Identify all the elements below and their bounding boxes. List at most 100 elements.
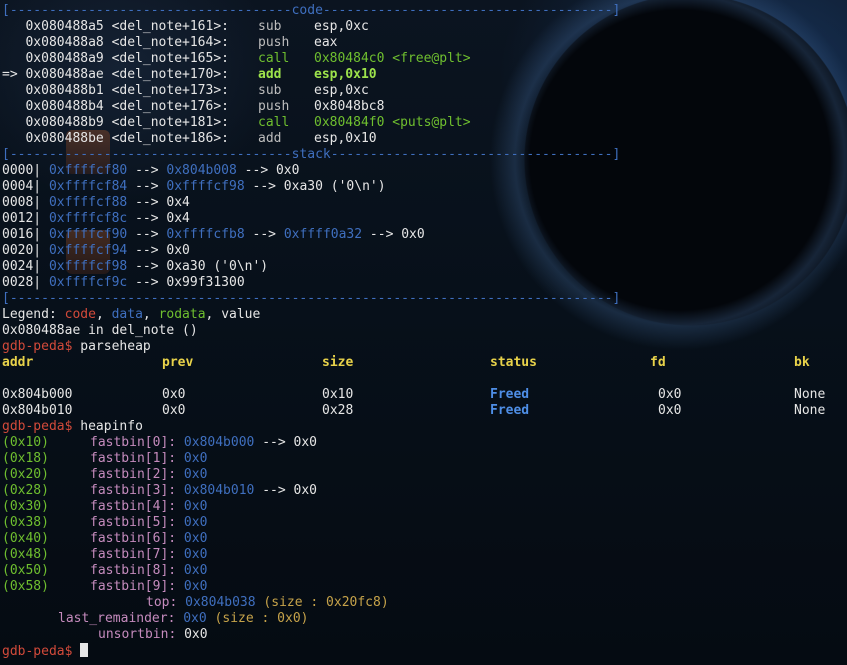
code-line-operands: esp,0xc (314, 19, 369, 34)
code-line-prefix (2, 51, 25, 66)
fastbin-value: 0x0 (183, 499, 208, 514)
code-line: 0x080488b9 <del_note+181>: (2, 115, 229, 131)
fastbin-value: 0x804b000 (183, 435, 255, 450)
code-separator: [------------------------------------cod… (2, 3, 621, 18)
stack-line: 0016| 0xffffcf90 --> 0xffffcfb8 --> 0xff… (2, 227, 425, 243)
top-label: top: (146, 595, 178, 610)
location-line: 0x080488ae in del_note () (2, 323, 198, 338)
stack-pointer: 0x804b008 (166, 163, 237, 178)
stack-deref: --> 0xa30 ('0\n') (244, 179, 386, 194)
code-line-opcode: sub (258, 19, 282, 34)
row-bk: None (794, 403, 826, 418)
code-line-opcode: add (258, 67, 282, 82)
code-line-args: 0x80484c0 (314, 51, 385, 66)
header-prev: prev (162, 355, 194, 370)
stack-pointer: 0xffffcfb8 (166, 227, 245, 242)
code-line-target: <free@plt> (392, 51, 471, 66)
unsortbin-value: 0x0 (184, 627, 208, 642)
fastbin-size: (0x58) (2, 579, 49, 594)
fastbin-value: 0x0 (183, 579, 208, 594)
stack-offset: 0020| (2, 243, 42, 258)
code-line-address: 0x080488b9 (25, 115, 104, 130)
code-line-symbol: <del_note+164>: (111, 35, 229, 50)
fastbin-name: fastbin[5]: (90, 515, 177, 530)
code-line-address: 0x080488a9 (25, 51, 104, 66)
code-line-symbol: <del_note+165>: (111, 51, 229, 66)
code-line-symbol: <del_note+173>: (111, 83, 229, 98)
code-line-address: 0x080488b4 (25, 99, 104, 114)
header-fd: fd (650, 355, 666, 370)
fastbin-entry: fastbin[2]: 0x0 (90, 467, 207, 482)
stack-offset: 0008| (2, 195, 42, 210)
legend-value: value (221, 307, 261, 322)
fastbin-value: 0x0 (183, 451, 208, 466)
stack-line: 0004| 0xffffcf84 --> 0xffffcf98 --> 0xa3… (2, 179, 386, 195)
prompt-line-current[interactable]: gdb-peda$ (2, 643, 89, 659)
fastbin-size: (0x48) (2, 547, 49, 562)
code-line-prefix (2, 19, 25, 34)
code-line-opcode: push (258, 99, 290, 114)
prompt-line-heapinfo: gdb-peda$ heapinfo (2, 419, 143, 435)
fastbin-name: fastbin[7]: (90, 547, 177, 562)
fastbin-name: fastbin[3]: (90, 483, 177, 498)
code-line-prefix (2, 99, 25, 114)
fastbin-value: 0x804b010 (183, 483, 255, 498)
code-line-operands: esp,0x10 (314, 67, 377, 82)
last-remainder-size-info: (size : 0x0) (214, 611, 309, 626)
code-line-operands: esp,0xc (314, 83, 369, 98)
fastbin-name: fastbin[0]: (90, 435, 177, 450)
row-size: 0x10 (322, 387, 354, 402)
stack-address: 0xffffcf9c (48, 275, 128, 290)
command-parseheap: parseheap (80, 339, 151, 354)
code-line-address: 0x080488a5 (25, 19, 104, 34)
stack-address: 0xffffcf84 (48, 179, 128, 194)
code-line-operands: eax (314, 35, 337, 50)
text-cursor (80, 643, 89, 657)
legend-line: Legend: code, data, rodata, value (2, 307, 260, 323)
fastbin-size: (0x10) (2, 435, 49, 450)
code-line-args: 0x80484f0 (314, 115, 385, 130)
top-line: top: 0x804b038 (size : 0x20fc8) (146, 595, 389, 610)
top-value: 0x804b038 (185, 595, 256, 610)
stack-deref: --> (244, 227, 284, 242)
code-line-address: 0x080488a8 (25, 35, 104, 50)
stack-offset: 0012| (2, 211, 42, 226)
last-remainder-label: last_remainder: (58, 611, 176, 626)
gdb-terminal[interactable]: [------------------------------------cod… (0, 0, 847, 665)
code-line-target: <puts@plt> (392, 115, 471, 130)
code-line-symbol: <del_note+161>: (111, 19, 229, 34)
code-line-opcode: call (258, 115, 290, 130)
fastbin-value: 0x0 (183, 563, 208, 578)
last-remainder-value: 0x0 (183, 611, 207, 626)
end-separator: [---------------------------------------… (2, 291, 621, 306)
fastbin-value: 0x0 (183, 531, 208, 546)
legend-rodata: rodata (158, 307, 206, 322)
code-line-symbol: <del_note+170>: (111, 67, 229, 82)
code-line-prefix (2, 35, 25, 50)
fastbin-value: 0x0 (183, 467, 208, 482)
row-status: Freed (490, 387, 530, 402)
fastbin-size: (0x30) (2, 499, 49, 514)
stack-line: 0000| 0xffffcf80 --> 0x804b008 --> 0x0 (2, 163, 299, 179)
stack-deref: --> (127, 163, 167, 178)
code-line: 0x080488a5 <del_note+161>: (2, 19, 229, 35)
fastbin-value: 0x0 (183, 547, 208, 562)
row-fd: 0x0 (658, 387, 682, 402)
prompt: gdb-peda$ (2, 339, 73, 354)
code-line-prefix (2, 83, 25, 98)
fastbin-entry: fastbin[7]: 0x0 (90, 547, 207, 562)
fastbin-name: fastbin[8]: (90, 563, 177, 578)
code-line-operands: esp,0x10 (314, 131, 377, 146)
header-bk: bk (794, 355, 810, 370)
fastbin-tail: --> 0x0 (254, 435, 317, 450)
fastbin-size: (0x40) (2, 531, 49, 546)
code-line-args: 0x8048bc8 (314, 99, 385, 114)
code-line: => 0x080488ae <del_note+170>: (2, 67, 229, 83)
header-addr: addr (2, 355, 34, 370)
stack-line: 0008| 0xffffcf88 --> 0x4 (2, 195, 190, 211)
code-line-args: eax (314, 35, 338, 50)
stack-line: 0024| 0xffffcf98 --> 0xa30 ('0\n') (2, 259, 268, 275)
code-line-address: 0x080488be (25, 131, 104, 146)
stack-deref: --> 0x0 (362, 227, 425, 242)
code-line-address: 0x080488b1 (25, 83, 104, 98)
